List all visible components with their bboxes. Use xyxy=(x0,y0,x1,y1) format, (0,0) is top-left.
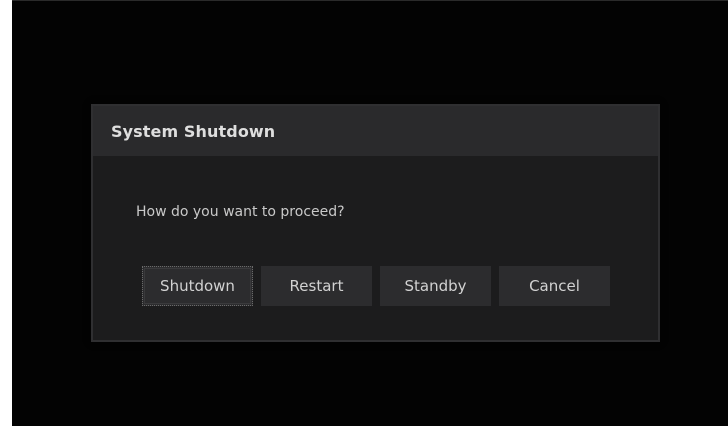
restart-button[interactable]: Restart xyxy=(261,266,372,306)
screen-background: System Shutdown How do you want to proce… xyxy=(12,0,728,426)
dialog-title: System Shutdown xyxy=(111,121,276,141)
cancel-button[interactable]: Cancel xyxy=(499,266,610,306)
shutdown-dialog: System Shutdown How do you want to proce… xyxy=(91,104,660,342)
dialog-button-row: Shutdown Restart Standby Cancel xyxy=(142,266,610,306)
dialog-message: How do you want to proceed? xyxy=(136,204,345,220)
standby-button[interactable]: Standby xyxy=(380,266,491,306)
dialog-header: System Shutdown xyxy=(93,106,658,156)
shutdown-button[interactable]: Shutdown xyxy=(142,266,253,306)
